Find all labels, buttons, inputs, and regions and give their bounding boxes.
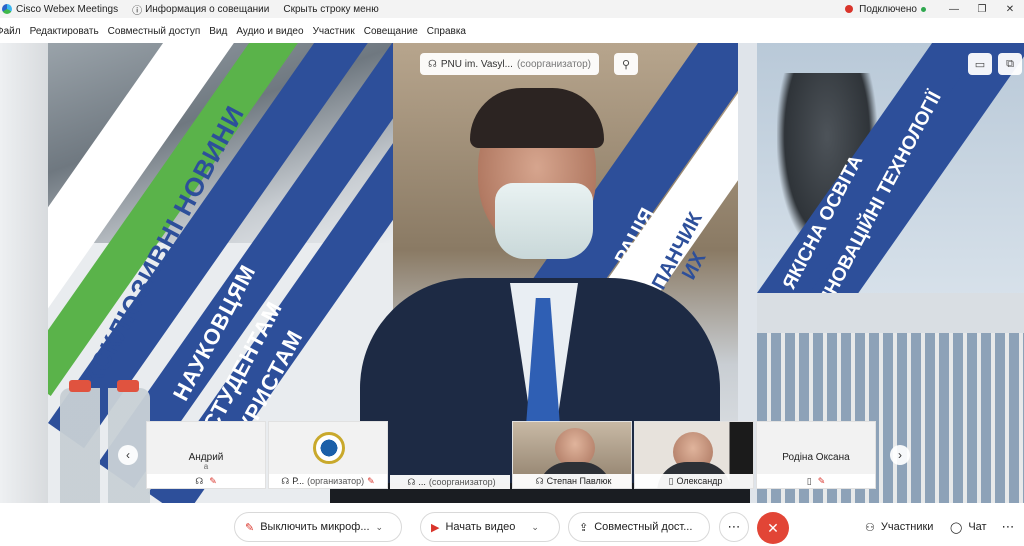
headset-icon: ☊ — [407, 476, 416, 487]
menu-participant[interactable]: Участник — [313, 26, 355, 37]
participant-thumbnail-strip: ‹ Андрий a ☊ ✎ ☊ Р... (организатор) ✎ ☊ … — [118, 421, 910, 489]
window-controls: Подключено — ❐ ✕ — [845, 0, 1024, 18]
participant-thumbnail[interactable]: ▯ Олександр — [634, 421, 754, 489]
mic-muted-icon: ✎ — [367, 475, 375, 486]
layout-icon[interactable]: ▭ — [968, 53, 992, 75]
connection-status: Подключено — [859, 3, 917, 15]
connected-dot-icon — [921, 6, 926, 12]
video-off-icon: ▶ — [431, 521, 440, 534]
phone-icon: ▯ — [806, 475, 812, 486]
end-meeting-button[interactable]: ✕ — [757, 512, 789, 544]
bottle-cap — [117, 380, 139, 392]
bottle-cap — [69, 380, 91, 392]
menu-help[interactable]: Справка — [427, 26, 466, 37]
menu-meeting[interactable]: Совещание — [364, 26, 418, 37]
person-icon: ⚇ — [865, 521, 875, 534]
phone-icon: ▯ — [668, 475, 674, 486]
mute-button[interactable]: ✎ Выключить микроф... ⌄ — [234, 512, 402, 542]
pin-icon[interactable]: ⚲ — [614, 53, 638, 75]
headset-icon: ☊ — [428, 58, 437, 70]
menu-view[interactable]: Вид — [209, 26, 227, 37]
webex-logo-icon — [2, 4, 12, 14]
menu-bar: Файл Редактировать Совместный доступ Вид… — [0, 22, 1024, 40]
participant-thumbnail[interactable]: ☊ ... (соорганизатор) — [390, 421, 510, 489]
menu-share[interactable]: Совместный доступ — [108, 26, 201, 37]
chevron-down-icon[interactable]: ⌄ — [531, 522, 539, 533]
participants-button[interactable]: ⚇ Участники — [855, 512, 939, 542]
start-video-button[interactable]: ▶ Начать видео ⌄ — [420, 512, 560, 542]
share-button[interactable]: ⇪ Совместный дост... — [568, 512, 710, 542]
university-logo-icon — [313, 432, 345, 464]
headset-icon: ☊ — [281, 475, 290, 486]
thumbnail-status-bar: ☊ Р... (организатор) ✎ — [269, 474, 387, 488]
menu-file[interactable]: Файл — [0, 26, 21, 37]
participant-thumbnail[interactable]: Родіна Оксана ▯ ✎ — [756, 421, 876, 489]
headset-icon: ☊ — [535, 475, 544, 486]
thumbnail-status-bar: ☊ ✎ — [147, 474, 265, 488]
thumbnail-status-bar: ☊ ... (соорганизатор) — [390, 475, 510, 489]
thumbnail-status-bar: ☊ Степан Павлюк — [513, 474, 631, 488]
hide-menu-bar-button[interactable]: Скрыть строку меню — [283, 4, 378, 15]
mic-muted-icon: ✎ — [209, 475, 217, 486]
meeting-info-button[interactable]: ⓘ Информация о совещании — [132, 2, 269, 17]
more-options-button[interactable]: ⋯ — [719, 512, 749, 542]
active-speaker-video[interactable]: ЕКСКЛЮЗИВНІ НОВИНИ НАУКОВЦЯМ СТУДЕНТАМ Т… — [0, 43, 1024, 503]
strip-next-icon[interactable]: › — [890, 445, 910, 465]
minimize-icon[interactable]: — — [940, 4, 968, 15]
recording-indicator-icon — [845, 5, 854, 13]
speaker-mask — [495, 183, 593, 259]
thumbnail-status-bar: ▯ Олександр — [635, 474, 753, 488]
strip-prev-icon[interactable]: ‹ — [118, 445, 138, 465]
chat-bubble-icon: ◯ — [950, 521, 963, 534]
participant-thumbnail[interactable]: ☊ Степан Павлюк — [512, 421, 632, 489]
info-icon: ⓘ — [132, 5, 143, 17]
headset-icon: ☊ — [195, 475, 204, 486]
mic-muted-icon: ✎ — [245, 521, 255, 534]
title-bar: Cisco Webex Meetings ⓘ Информация о сове… — [0, 0, 1024, 18]
chevron-down-icon[interactable]: ⌄ — [376, 522, 384, 533]
chat-button[interactable]: ◯ Чат — [940, 512, 992, 542]
background-wall — [0, 43, 50, 503]
participant-thumbnail[interactable]: ☊ Р... (организатор) ✎ — [268, 421, 388, 489]
menu-edit[interactable]: Редактировать — [30, 26, 99, 37]
app-name: Cisco Webex Meetings — [16, 3, 119, 15]
close-window-icon[interactable]: ✕ — [996, 4, 1024, 15]
mic-muted-icon: ✎ — [817, 475, 826, 486]
building-roof — [757, 293, 1024, 333]
more-panels-button[interactable]: ⋯ — [994, 512, 1022, 542]
menu-audio-video[interactable]: Аудио и видео — [236, 26, 303, 37]
speaker-hair — [470, 88, 604, 148]
active-speaker-label[interactable]: ☊ PNU im. Vasyl... (соорганизатор) — [420, 53, 600, 75]
share-icon: ⇪ — [579, 521, 589, 534]
restore-icon[interactable]: ❐ — [968, 4, 996, 15]
app-title: Cisco Webex Meetings — [0, 4, 118, 15]
thumbnail-status-bar: ▯ ✎ — [757, 474, 875, 488]
meeting-controls-toolbar: ✎ Выключить микроф... ⌄ ▶ Начать видео ⌄… — [0, 503, 1024, 546]
participant-thumbnail[interactable]: Андрий a ☊ ✎ — [146, 421, 266, 489]
fullscreen-icon[interactable]: ⧉ — [998, 53, 1022, 75]
